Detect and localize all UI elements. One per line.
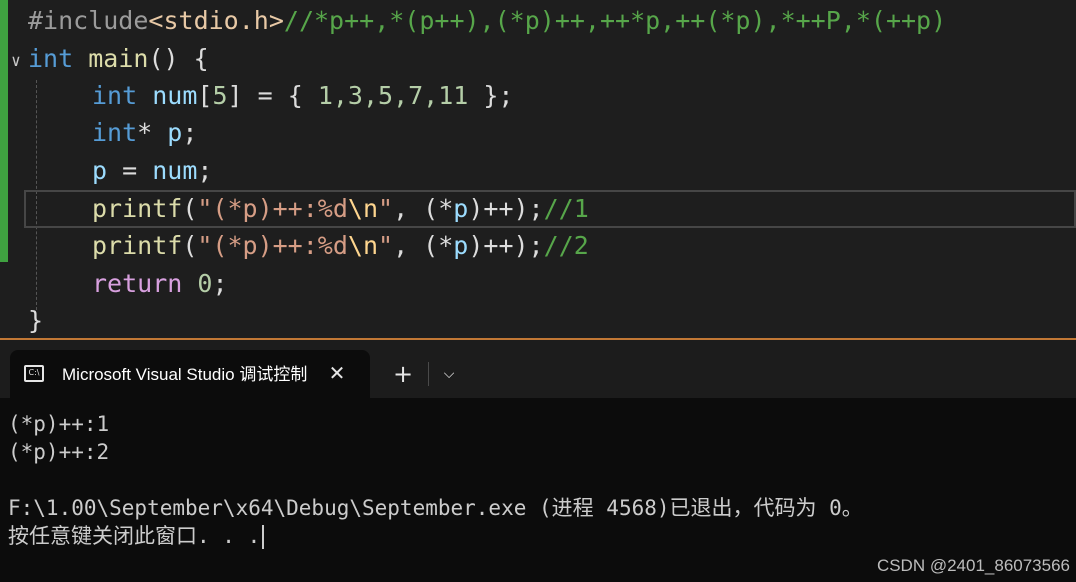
variable: p [453, 231, 469, 260]
variable: num [152, 156, 198, 185]
code-comment: //1 [543, 194, 589, 223]
code-text: ; [182, 118, 198, 147]
chevron-down-icon[interactable]: ⌵ [436, 359, 462, 389]
tab-bar: C:\ Microsoft Visual Studio 调试控制台 ✕ + ⌵ [0, 340, 1076, 400]
code-line-9[interactable]: } [28, 302, 43, 339]
console-icon: C:\ [24, 365, 44, 382]
console-output-line: (*p)++:2 [8, 440, 110, 464]
code-line-6[interactable]: printf("(*p)++:%d\n", (*p)++);//1 [92, 190, 589, 227]
code-text: , (* [393, 231, 454, 260]
code-line-4[interactable]: int* p; [92, 114, 197, 151]
chevron-down-icon[interactable]: ∨ [8, 53, 24, 69]
code-text: = [107, 156, 153, 185]
keyword: int [92, 81, 138, 110]
code-text: ; [212, 269, 228, 298]
code-line-1[interactable]: #include<stdio.h>//*p++,*(p++),(*p)++,++… [28, 2, 946, 39]
string-literal: "(*p)++:%d [197, 194, 348, 223]
function-name: printf [92, 194, 183, 223]
tab-separator [428, 362, 429, 386]
code-comment: //2 [543, 231, 589, 260]
function-name: main [88, 44, 149, 73]
number-literal: 1,3,5,7,11 [317, 81, 469, 110]
keyword: int [92, 118, 138, 147]
console-output-line: F:\1.00\September\x64\Debug\September.ex… [8, 496, 863, 520]
code-line-2[interactable]: int main() { [28, 40, 209, 77]
code-comment: //*p++,*(p++),(*p)++,++*p,++(*p),*++P,*(… [283, 6, 947, 35]
code-text: ( [182, 194, 198, 223]
code-text: , (* [393, 194, 454, 223]
code-line-7[interactable]: printf("(*p)++:%d\n", (*p)++);//2 [92, 227, 589, 264]
escape-sequence: \n [347, 231, 378, 260]
code-line-3[interactable]: int num[5] = { 1,3,5,7,11 }; [92, 77, 513, 114]
code-text: () { [148, 44, 209, 73]
text-cursor [262, 525, 265, 549]
tab-debug-console[interactable]: C:\ Microsoft Visual Studio 调试控制台 ✕ [10, 350, 370, 400]
code-text: ; [197, 156, 213, 185]
code-text: [ [197, 81, 213, 110]
number-literal: 5 [212, 81, 228, 110]
code-line-8[interactable]: return 0; [92, 265, 228, 302]
code-editor[interactable]: ∨ #include<stdio.h>//*p++,*(p++),(*p)++,… [0, 0, 1076, 338]
new-tab-button[interactable]: + [388, 359, 418, 389]
console-output-line: 按任意键关闭此窗口. . . [8, 522, 265, 550]
keyword: return [92, 269, 183, 298]
code-text: ( [182, 231, 198, 260]
preprocessor-directive: #include [28, 6, 149, 35]
function-name: printf [92, 231, 183, 260]
variable: p [167, 118, 183, 147]
debug-console-window[interactable]: C:\ Microsoft Visual Studio 调试控制台 ✕ + ⌵ … [0, 338, 1076, 582]
string-literal: " [378, 194, 394, 223]
escape-sequence: \n [347, 194, 378, 223]
number-literal: 0 [197, 269, 213, 298]
close-icon[interactable]: ✕ [324, 360, 350, 386]
variable: p [453, 194, 469, 223]
change-indicator-bar [0, 0, 8, 262]
variable: num [152, 81, 198, 110]
code-line-5[interactable]: p = num; [92, 152, 212, 189]
code-text: )++); [468, 194, 544, 223]
keyword: int [28, 44, 74, 73]
string-literal: " [378, 231, 394, 260]
string-literal: "(*p)++:%d [197, 231, 348, 260]
code-text: } [28, 306, 44, 335]
tab-title: Microsoft Visual Studio 调试控制台 [62, 365, 308, 384]
console-output-line: (*p)++:1 [8, 412, 110, 436]
code-text: * [137, 118, 168, 147]
code-text: )++); [468, 231, 544, 260]
code-text: }; [468, 81, 514, 110]
include-header: <stdio.h> [148, 6, 284, 35]
console-prompt-text: 按任意键关闭此窗口. . . [8, 524, 261, 548]
watermark: CSDN @2401_86073566 [876, 556, 1070, 575]
variable: p [92, 156, 108, 185]
code-text: ] = { [227, 81, 318, 110]
